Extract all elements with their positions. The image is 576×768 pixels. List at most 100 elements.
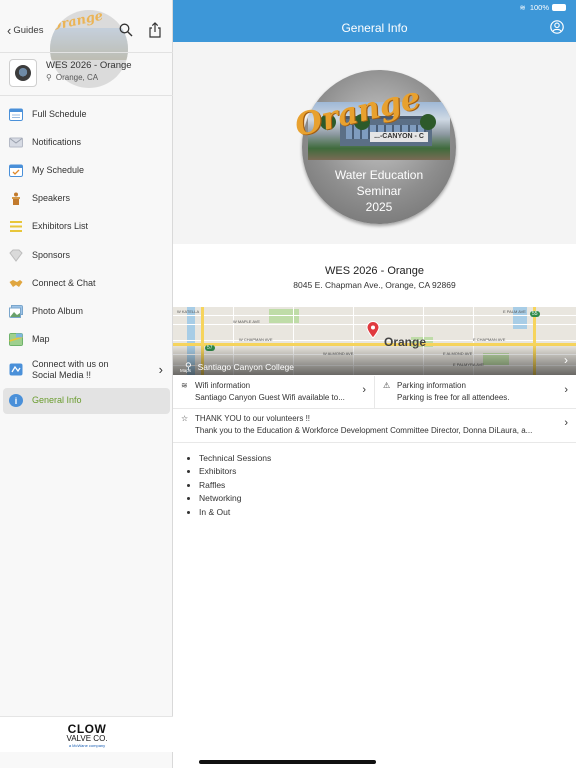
chevron-right-icon: › — [362, 384, 366, 396]
map-street-label: W MAPLE AVE — [233, 319, 261, 324]
highway-shield: 55 — [530, 311, 540, 317]
chevron-right-icon: › — [564, 353, 568, 367]
info-cards: ≋ Wifi information Santiago Canyon Guest… — [173, 376, 576, 443]
map-street-label: W KATELLA — [177, 309, 200, 314]
calendar-icon — [9, 108, 23, 121]
sidebar: Orange ‹ Guides WES 2026 - Orange ⚲ Oran… — [0, 0, 173, 768]
sidebar-item-label: Full Schedule — [32, 108, 87, 119]
event-location: ⚲ Orange, CA — [46, 73, 98, 82]
app-header: ≋ 100% General Info — [173, 0, 576, 42]
map-icon — [9, 333, 23, 347]
card-title-text: Parking information — [397, 381, 466, 390]
sidebar-item-general-info[interactable]: i General Info — [3, 387, 170, 414]
search-icon[interactable] — [119, 23, 133, 37]
location-pin-icon: ⚲ — [46, 73, 52, 82]
event-title: WES 2026 - Orange — [46, 60, 132, 71]
list-item: Technical Sessions — [199, 452, 271, 465]
parking-info-card[interactable]: ⚠ Parking information Parking is free fo… — [374, 376, 576, 408]
sponsor-banner[interactable]: CLOW VALVE CO. a McWane company — [0, 716, 173, 752]
wifi-status-icon: ≋ — [519, 3, 526, 12]
event-hero-banner: ...-CANYON - C Water Education Seminar 2… — [173, 42, 576, 244]
chevron-right-icon: › — [158, 362, 163, 378]
wifi-info-card[interactable]: ≋ Wifi information Santiago Canyon Guest… — [173, 376, 374, 408]
map-street-label: E CHAPMAN AVE — [473, 337, 506, 342]
card-title: ☆ THANK YOU to our volunteers !! — [181, 414, 556, 423]
event-location-text: Orange, CA — [55, 73, 99, 82]
social-icon — [9, 363, 23, 376]
list-item: Networking — [199, 492, 271, 505]
card-body: Thank you to the Education & Workforce D… — [195, 426, 533, 435]
sidebar-item-label: Speakers — [32, 193, 71, 204]
chevron-right-icon: › — [564, 417, 568, 429]
info-card-row: ☆ THANK YOU to our volunteers !! Thank y… — [173, 409, 576, 443]
battery-icon — [552, 4, 566, 11]
chevron-left-icon: ‹ — [7, 23, 12, 38]
map-city-label: Orange — [384, 335, 427, 349]
sponsor-parent: a McWane company — [68, 743, 106, 748]
handshake-icon — [9, 279, 23, 287]
sidebar-item-label: My Schedule — [32, 164, 85, 175]
status-bar: ≋ 100% — [520, 3, 566, 12]
main-panel: ≋ 100% General Info ...-CANYON - C Water… — [173, 0, 576, 768]
seminar-year: 2025 — [365, 200, 393, 214]
map-street-label: W CHAPMAN AVE — [239, 337, 273, 342]
card-title: ≋ Wifi information — [181, 381, 354, 390]
photo-icon — [9, 304, 23, 318]
podium-icon — [12, 192, 20, 206]
card-body: Parking is free for all attendees. — [397, 393, 510, 402]
sidebar-item-label: Connect with us on Social Media !! — [32, 358, 109, 380]
building-sign: ...-CANYON - C — [370, 132, 428, 142]
maps-attribution: Maps — [180, 368, 192, 373]
back-label: Guides — [13, 25, 44, 36]
warning-icon: ⚠ — [383, 381, 391, 390]
list-icon — [10, 221, 22, 233]
profile-icon[interactable] — [550, 20, 564, 34]
list-item: Exhibitors — [199, 465, 271, 478]
event-highlights-list: Technical Sessions Exhibitors Raffles Ne… — [199, 452, 271, 519]
sidebar-item-speakers[interactable]: Speakers — [0, 185, 173, 213]
card-title-text: THANK YOU to our volunteers !! — [195, 414, 311, 423]
volunteer-card[interactable]: ☆ THANK YOU to our volunteers !! Thank y… — [173, 409, 576, 442]
sidebar-item-my-schedule[interactable]: My Schedule — [0, 156, 173, 184]
wifi-icon: ≋ — [181, 381, 188, 390]
sidebar-item-label: Map — [32, 334, 50, 345]
battery-percent: 100% — [529, 3, 549, 12]
event-thumbnail — [9, 59, 37, 87]
sidebar-item-label: Notifications — [32, 136, 82, 147]
diamond-icon — [9, 249, 23, 262]
info-card-row: ≋ Wifi information Santiago Canyon Guest… — [173, 376, 576, 409]
sidebar-item-social-media[interactable]: Connect with us on Social Media !! › — [0, 354, 173, 386]
sidebar-item-label: Connect & Chat — [32, 277, 96, 288]
sidebar-item-exhibitors[interactable]: Exhibitors List — [0, 213, 173, 241]
star-icon: ☆ — [181, 414, 189, 423]
sidebar-item-label: Sponsors — [32, 249, 71, 260]
info-icon: i — [9, 394, 23, 408]
event-selector[interactable]: WES 2026 - Orange ⚲ Orange, CA — [0, 52, 173, 96]
sidebar-item-label: Exhibitors List — [32, 221, 89, 232]
back-button[interactable]: ‹ Guides — [7, 24, 43, 37]
chevron-right-icon: › — [564, 384, 568, 396]
home-indicator[interactable] — [199, 760, 376, 764]
page-title: General Info — [341, 21, 408, 35]
sidebar-item-notifications[interactable]: Notifications — [0, 128, 173, 156]
seminar-title-line2: Seminar — [356, 184, 402, 198]
card-title: ⚠ Parking information — [383, 381, 556, 390]
map-place: ⚲ Santiago Canyon College — [185, 361, 294, 372]
sidebar-item-connect-chat[interactable]: Connect & Chat — [0, 269, 173, 297]
location-map[interactable]: W KATELLA E PALM AVE W MAPLE AVE W CHAPM… — [173, 307, 576, 375]
map-place-name: Santiago Canyon College — [197, 361, 294, 372]
list-item: Raffles — [199, 479, 271, 492]
sidebar-item-map[interactable]: Map — [0, 326, 173, 354]
sidebar-item-label: Photo Album — [32, 305, 84, 316]
palm-tree-icon — [420, 114, 436, 130]
seminar-title-line1: Water Education — [334, 168, 424, 182]
sponsor-logo: CLOW VALVE CO. a McWane company — [60, 723, 114, 751]
calendar-check-icon — [9, 164, 23, 177]
event-address: 8045 E. Chapman Ave., Orange, CA 92869 — [293, 280, 456, 290]
share-icon[interactable] — [148, 22, 162, 38]
sponsor-subname: VALVE CO. — [66, 734, 108, 743]
sidebar-item-full-schedule[interactable]: Full Schedule — [0, 100, 173, 128]
card-title-text: Wifi information — [195, 381, 251, 390]
sidebar-item-photo-album[interactable]: Photo Album — [0, 297, 173, 325]
sidebar-item-sponsors[interactable]: Sponsors — [0, 241, 173, 269]
